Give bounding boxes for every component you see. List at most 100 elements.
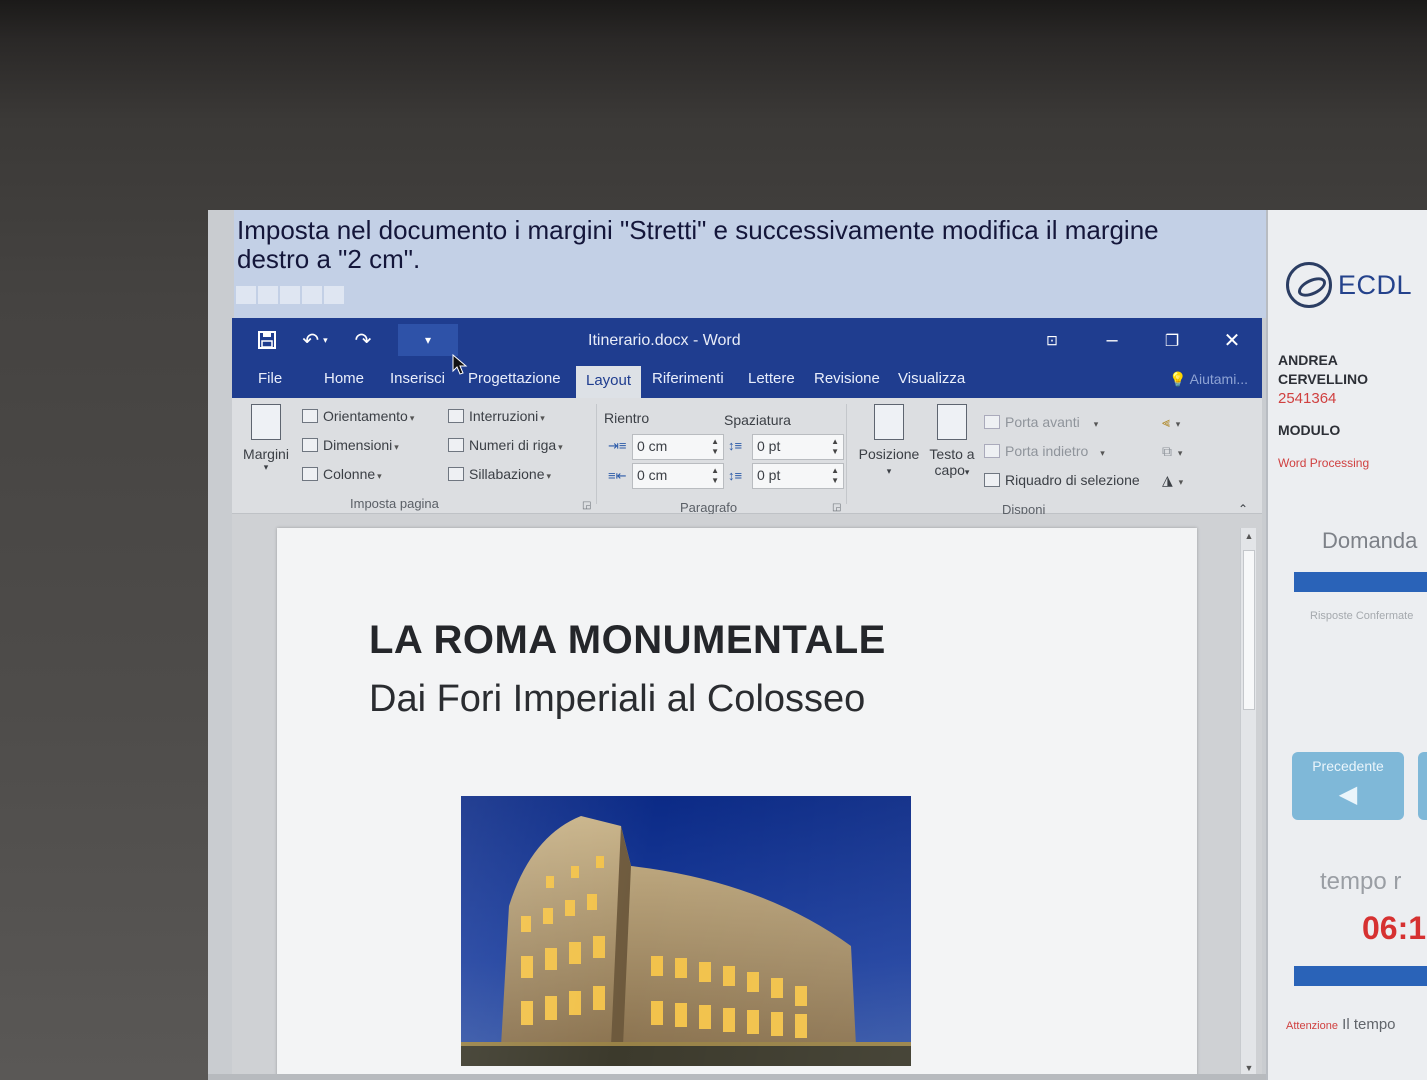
riquadro-selezione-button[interactable]: Riquadro di selezione (984, 472, 1140, 488)
time-warning: Attenzione Il tempo (1286, 1016, 1396, 1033)
breaks-icon (448, 409, 464, 423)
task-instruction-bar: Imposta nel documento i margini "Stretti… (234, 210, 1266, 318)
testo-a-capo-button[interactable]: Testo a capo▾ (926, 404, 978, 478)
tab-riferimenti[interactable]: Riferimenti (652, 370, 724, 387)
window-title: Itinerario.docx - Word (588, 332, 741, 349)
ecdl-globe-icon (1286, 262, 1332, 308)
space-before-input[interactable]: 0 pt ▲ ▼ (752, 434, 844, 460)
sillabazione-label: Sillabazione (469, 466, 545, 482)
numeri-riga-button[interactable]: Numeri di riga ▾ (448, 437, 563, 453)
indent-left-input[interactable]: 0 cm ▲ ▼ (632, 434, 724, 460)
ribbon-layout: Margini ▾ Orientamento ▾ Dimensioni ▾ Colo… (232, 398, 1262, 517)
tab-file[interactable]: File (258, 370, 282, 387)
candidate-first-name: ANDREA (1278, 352, 1338, 368)
rotate-icon[interactable]: ◮ ▾ (1162, 472, 1183, 489)
task-tiles (236, 286, 344, 304)
margini-button[interactable]: Margini ▾ (238, 404, 294, 473)
colosseum-illustration (461, 796, 911, 1066)
posizione-button[interactable]: Posizione ▾ (852, 404, 926, 477)
task-instruction: Imposta nel documento i margini "Stretti… (237, 215, 1159, 274)
vertical-scrollbar[interactable]: ▲ ▼ (1240, 528, 1256, 1076)
margins-icon (251, 404, 281, 440)
sillabazione-button[interactable]: Sillabazione ▾ (448, 466, 551, 482)
colosseum-image[interactable] (461, 796, 911, 1066)
question-progress-bar (1294, 572, 1427, 592)
group-objects-icon[interactable]: ⧉ ▾ (1162, 443, 1182, 460)
time-remaining: 06:1 (1362, 910, 1427, 946)
document-page[interactable]: LA ROMA MONUMENTALE Dai Fori Imperiali a… (277, 528, 1197, 1080)
dialog-launcher-icon[interactable]: ◲ (832, 502, 841, 513)
restore-icon[interactable]: ❐ (1160, 331, 1184, 351)
wrap-text-icon (937, 404, 967, 440)
module-label: MODULO (1278, 422, 1341, 438)
align-icon[interactable]: ⫷ ▾ (1162, 414, 1180, 431)
colonne-button[interactable]: Colonne ▾ (302, 466, 382, 482)
ribbon-display-icon[interactable]: ⊡ (1040, 332, 1064, 349)
chevron-down-icon: ▾ (263, 462, 269, 472)
close-icon[interactable]: ✕ (1220, 328, 1244, 353)
space-after-value: 0 pt (757, 467, 781, 483)
tab-progettazione[interactable]: Progettazione (468, 370, 561, 387)
porta-avanti-label: Porta avanti (1005, 414, 1080, 430)
scroll-thumb[interactable] (1243, 550, 1255, 710)
prev-button[interactable]: Precedente ◀ (1292, 752, 1404, 820)
ecdl-panel: ECDL ANDREA CERVELLINO 2541364 MODULO Wo… (1266, 210, 1427, 1080)
ribbon-tabs: File Home Inserisci Progettazione Layout… (232, 362, 1262, 398)
group-imposta-pagina: Imposta pagina (350, 496, 439, 511)
dimensioni-button[interactable]: Dimensioni ▾ (302, 437, 399, 453)
position-icon (874, 404, 904, 440)
redo-icon[interactable]: ↷ (350, 327, 376, 353)
window-controls: ⊡ – ❐ ✕ (1040, 328, 1244, 353)
undo-icon[interactable]: ↶ ▾ (302, 327, 328, 353)
spaziatura-label: Spaziatura (724, 412, 791, 428)
colonne-label: Colonne (323, 466, 376, 482)
porta-indietro-button[interactable]: Porta indietro ▾ (984, 443, 1105, 459)
scroll-up-icon[interactable]: ▲ (1241, 528, 1257, 544)
orientamento-button[interactable]: Orientamento ▾ (302, 408, 414, 424)
customize-toolbar-icon[interactable]: ▾ (398, 324, 458, 356)
porta-avanti-button[interactable]: Porta avanti ▾ (984, 414, 1098, 430)
tab-layout[interactable]: Layout (576, 366, 642, 398)
tab-revisione[interactable]: Revisione (814, 370, 880, 387)
orientation-icon (302, 409, 318, 423)
dimensioni-label: Dimensioni (323, 437, 393, 453)
arrow-left-icon: ◀ (1338, 781, 1358, 808)
spin-arrows-icon[interactable]: ▲ ▼ (711, 466, 719, 486)
prev-button-label: Precedente (1312, 758, 1384, 774)
porta-indietro-label: Porta indietro (1005, 443, 1089, 459)
tab-visualizza[interactable]: Visualizza (898, 370, 965, 387)
group-separator (596, 404, 597, 504)
testo-a-capo-label-2-text: capo (934, 462, 965, 478)
ecdl-logo: ECDL (1286, 262, 1412, 308)
save-icon[interactable] (254, 327, 280, 353)
quick-access-toolbar: ↶ ▾ ↷ ▾ (254, 324, 458, 356)
interruzioni-button[interactable]: Interruzioni ▾ (448, 408, 545, 424)
tell-me-box[interactable]: 💡 Aiutami... (1169, 371, 1248, 388)
hyphenation-icon (448, 467, 464, 481)
candidate-id: 2541364 (1278, 390, 1337, 407)
spin-arrows-icon[interactable]: ▲ ▼ (831, 437, 839, 457)
numeri-riga-label: Numeri di riga (469, 437, 557, 453)
chevron-down-icon: ▾ (886, 466, 892, 476)
title-bar: ↶ ▾ ↷ ▾ Itinerario.docx - Word ⊡ – ❐ ✕ (232, 318, 1262, 362)
send-backward-icon (984, 444, 1000, 458)
tab-lettere[interactable]: Lettere (748, 370, 795, 387)
spin-arrows-icon[interactable]: ▲ ▼ (831, 466, 839, 486)
word-window: ↶ ▾ ↷ ▾ Itinerario.docx - Word ⊡ – ❐ ✕ Fi… (232, 318, 1262, 1080)
indent-left-icon: ⇥≡ (608, 438, 627, 453)
time-progress-bar (1294, 966, 1427, 986)
minimize-icon[interactable]: – (1100, 329, 1124, 352)
riquadro-label: Riquadro di selezione (1005, 472, 1140, 488)
dialog-launcher-icon[interactable]: ◲ (582, 500, 591, 511)
indent-right-icon: ≡⇤ (608, 468, 627, 483)
question-note: Risposte Confermate (1310, 610, 1414, 622)
question-label: Domanda (1322, 528, 1418, 553)
tab-inserisci[interactable]: Inserisci (390, 370, 445, 387)
spin-arrows-icon[interactable]: ▲ ▼ (711, 437, 719, 457)
tab-home[interactable]: Home (324, 370, 364, 387)
indent-right-input[interactable]: 0 cm ▲ ▼ (632, 463, 724, 489)
document-canvas: LA ROMA MONUMENTALE Dai Fori Imperiali a… (232, 514, 1262, 1080)
orientamento-label: Orientamento (323, 408, 408, 424)
space-after-input[interactable]: 0 pt ▲ ▼ (752, 463, 844, 489)
next-button[interactable] (1418, 752, 1427, 820)
